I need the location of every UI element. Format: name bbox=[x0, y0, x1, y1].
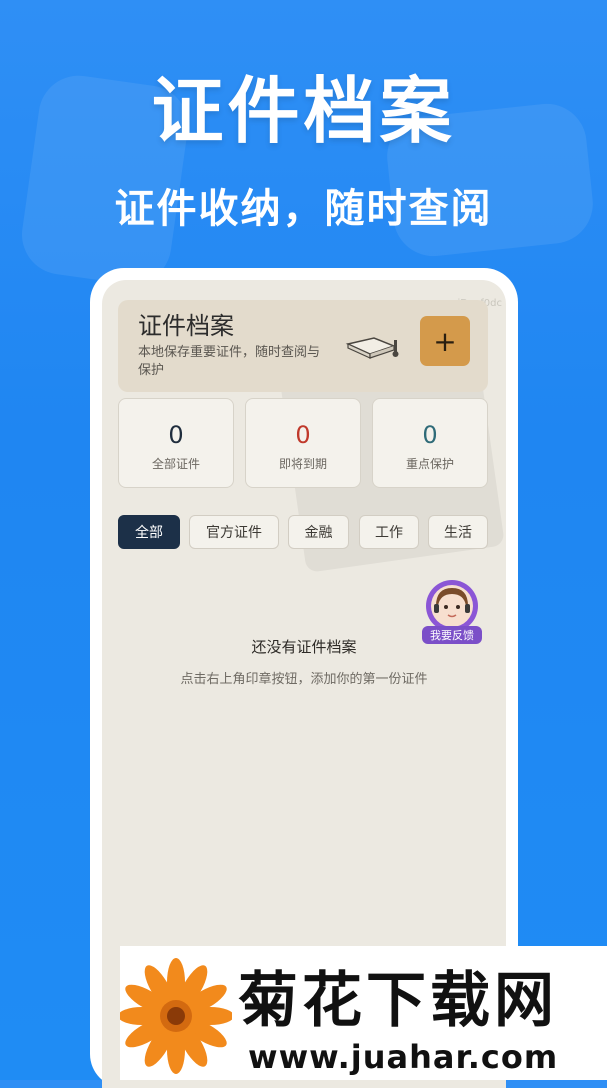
stat-value: 0 bbox=[168, 421, 184, 449]
support-agent-icon bbox=[431, 585, 473, 627]
watermark-brand: 菊花下载网 bbox=[238, 966, 558, 1036]
hero-title: 证件档案 bbox=[151, 69, 456, 153]
app-title: 证件档案 bbox=[138, 312, 234, 340]
avatar bbox=[426, 580, 478, 632]
app-description: 本地保存重要证件，随时查阅与保护 bbox=[138, 345, 321, 378]
watermark-url: www.juahar.com bbox=[248, 1038, 559, 1076]
add-stamp-button[interactable]: + bbox=[420, 316, 470, 366]
stat-label: 全部证件 bbox=[151, 457, 200, 471]
stat-card-expiring[interactable]: 0 即将到期 bbox=[245, 398, 361, 488]
feedback-button[interactable]: 我要反馈 bbox=[422, 580, 482, 644]
watermark-banner: 菊花下载网 www.juahar.com bbox=[120, 946, 607, 1080]
stat-value: 0 bbox=[295, 421, 311, 449]
stat-label: 即将到期 bbox=[278, 457, 327, 471]
stat-label: 重点保护 bbox=[405, 457, 454, 471]
stat-card-protected[interactable]: 0 重点保护 bbox=[372, 398, 488, 488]
hero-subtitle: 证件收纳，随时查阅 bbox=[114, 186, 493, 232]
stat-value: 0 bbox=[422, 421, 438, 449]
tab-official[interactable]: 官方证件 bbox=[189, 515, 279, 549]
empty-state-title: 还没有证件档案 bbox=[251, 638, 357, 656]
stamp-icon bbox=[345, 337, 399, 359]
stat-card-all[interactable]: 0 全部证件 bbox=[118, 398, 234, 488]
tab-all[interactable]: 全部 bbox=[118, 515, 180, 549]
empty-state-description: 点击右上角印章按钮，添加你的第一份证件 bbox=[180, 672, 428, 687]
header-card: 证件档案 本地保存重要证件，随时查阅与保护 + bbox=[118, 300, 488, 392]
tab-life[interactable]: 生活 bbox=[428, 515, 488, 549]
tab-work[interactable]: 工作 bbox=[359, 515, 419, 549]
tab-finance[interactable]: 金融 bbox=[288, 515, 349, 549]
flower-logo bbox=[120, 958, 232, 1074]
